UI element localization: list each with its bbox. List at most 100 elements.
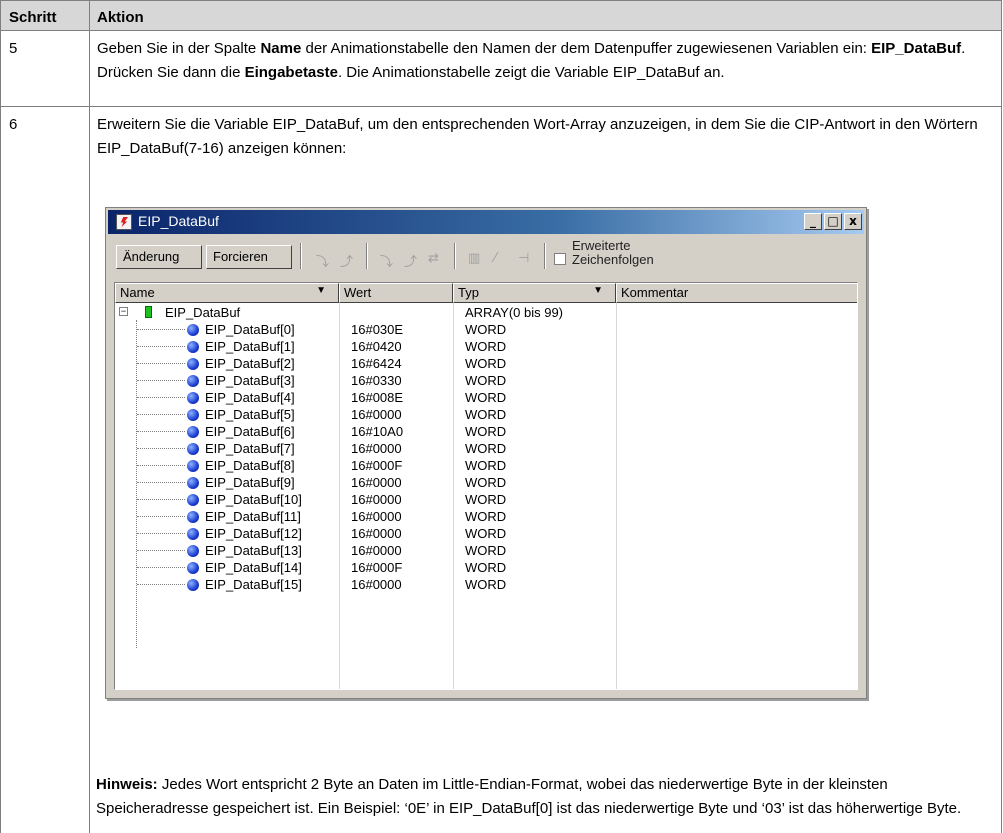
tree-connector xyxy=(137,567,185,568)
var-value: 16#000F xyxy=(351,560,403,575)
var-type: WORD xyxy=(465,322,507,337)
table-view-icon[interactable]: ▥ xyxy=(468,251,480,266)
tree-connector xyxy=(137,533,185,534)
write-icon[interactable]: ⁄ xyxy=(494,251,496,266)
var-type: WORD xyxy=(465,543,507,558)
toolbar-separator xyxy=(454,243,456,269)
word-variable-icon xyxy=(187,324,199,336)
toolbar: Änderung Forcieren ⤵ ⤴ ⤵ ⤴ ⇄ ▥ ⁄ ⊣ Erwei… xyxy=(114,237,858,271)
word-variable-icon xyxy=(187,460,199,472)
modify-button[interactable]: Änderung xyxy=(116,245,202,269)
var-name: EIP_DataBuf[6] xyxy=(205,424,295,439)
word-variable-icon xyxy=(187,426,199,438)
tree-connector xyxy=(137,516,185,517)
var-name: EIP_DataBuf[11] xyxy=(205,509,301,524)
table-row-step-5: 5 Geben Sie in der Spalte Name der Anima… xyxy=(0,31,1002,107)
var-name: EIP_DataBuf[5] xyxy=(205,407,295,422)
var-type: WORD xyxy=(465,458,507,473)
word-variable-icon xyxy=(187,375,199,387)
table-row[interactable]: EIP_DataBuf[3] 16#0330 WORD xyxy=(115,372,857,389)
header-schritt: Schritt xyxy=(9,9,57,26)
sort-arrow-icon[interactable]: ▼ xyxy=(316,285,326,296)
table-row[interactable]: EIP_DataBuf[1] 16#0420 WORD xyxy=(115,338,857,355)
table-row[interactable]: EIP_DataBuf[15] 16#0000 WORD xyxy=(115,576,857,593)
app-icon xyxy=(116,214,132,230)
var-name: EIP_DataBuf[12] xyxy=(205,526,302,541)
maximize-button[interactable]: □ xyxy=(824,213,842,230)
table-row-parent[interactable]: − EIP_DataBuf ARRAY(0 bis 99) xyxy=(115,304,857,321)
tree-connector xyxy=(137,465,185,466)
close-button[interactable]: x xyxy=(844,213,862,230)
var-value: 16#0000 xyxy=(351,475,402,490)
extended-strings-checkbox[interactable] xyxy=(554,253,566,265)
column-header-type[interactable]: Typ ▼ xyxy=(453,283,616,303)
set-zero-icon[interactable]: ⤵ xyxy=(380,251,393,270)
hint-text: Jedes Wort entspricht 2 Byte an Daten im… xyxy=(96,776,962,817)
variable-icon xyxy=(145,306,152,318)
column-divider xyxy=(89,107,90,833)
table-row[interactable]: EIP_DataBuf[2] 16#6424 WORD xyxy=(115,355,857,372)
window-titlebar[interactable]: EIP_DataBuf _ □ x xyxy=(108,210,864,234)
unforce-icon[interactable]: ⇄ xyxy=(428,251,439,266)
step-number: 5 xyxy=(9,40,18,57)
table-row[interactable]: EIP_DataBuf[11] 16#0000 WORD xyxy=(115,508,857,525)
tree-connector xyxy=(137,448,185,449)
var-type: WORD xyxy=(465,339,507,354)
var-name: EIP_DataBuf[8] xyxy=(205,458,295,473)
tree-connector xyxy=(137,499,185,500)
table-row[interactable]: EIP_DataBuf[12] 16#0000 WORD xyxy=(115,525,857,542)
word-variable-icon xyxy=(187,562,199,574)
step-number: 6 xyxy=(9,116,18,133)
step-icon[interactable]: ⊣ xyxy=(518,251,529,266)
var-type: WORD xyxy=(465,475,507,490)
force-zero-icon[interactable]: ⤵ xyxy=(316,251,329,270)
var-value: 16#0000 xyxy=(351,526,402,541)
table-row[interactable]: EIP_DataBuf[14] 16#000F WORD xyxy=(115,559,857,576)
var-type: ARRAY(0 bis 99) xyxy=(465,305,564,320)
table-row[interactable]: EIP_DataBuf[9] 16#0000 WORD xyxy=(115,474,857,491)
set-one-icon[interactable]: ⤴ xyxy=(404,251,417,270)
filter-arrow-icon[interactable]: ▼ xyxy=(593,285,603,296)
word-variable-icon xyxy=(187,409,199,421)
var-name: EIP_DataBuf[4] xyxy=(205,390,295,405)
var-type: WORD xyxy=(465,492,507,507)
column-header-value[interactable]: Wert xyxy=(339,283,453,303)
table-row[interactable]: EIP_DataBuf[6] 16#10A0 WORD xyxy=(115,423,857,440)
step-6-text: Erweitern Sie die Variable EIP_DataBuf, … xyxy=(97,116,978,157)
table-row[interactable]: EIP_DataBuf[10] 16#0000 WORD xyxy=(115,491,857,508)
var-value: 16#6424 xyxy=(351,356,402,371)
collapse-icon[interactable]: − xyxy=(119,307,128,316)
var-type: WORD xyxy=(465,373,507,388)
table-row[interactable]: EIP_DataBuf[13] 16#0000 WORD xyxy=(115,542,857,559)
var-name: EIP_DataBuf[9] xyxy=(205,475,295,490)
var-name: EIP_DataBuf[7] xyxy=(205,441,295,456)
tree-connector xyxy=(137,329,185,330)
table-row[interactable]: EIP_DataBuf[8] 16#000F WORD xyxy=(115,457,857,474)
var-type: WORD xyxy=(465,509,507,524)
tree-connector xyxy=(137,346,185,347)
var-type: WORD xyxy=(465,577,507,592)
var-value: 16#10A0 xyxy=(351,424,404,439)
word-variable-icon xyxy=(187,392,199,404)
window-title: EIP_DataBuf xyxy=(138,213,219,229)
var-type: WORD xyxy=(465,424,507,439)
word-variable-icon xyxy=(187,443,199,455)
var-type: WORD xyxy=(465,390,507,405)
minimize-button[interactable]: _ xyxy=(804,213,822,230)
table-header-row: Schritt Aktion xyxy=(0,0,1002,31)
animation-table-window: EIP_DataBuf _ □ x Änderung Forcieren ⤵ ⤴… xyxy=(105,207,867,699)
var-name: EIP_DataBuf[15] xyxy=(205,577,302,592)
column-header-comment[interactable]: Kommentar xyxy=(616,283,857,303)
table-row[interactable]: EIP_DataBuf[4] 16#008E WORD xyxy=(115,389,857,406)
force-one-icon[interactable]: ⤴ xyxy=(340,251,353,270)
var-value: 16#0000 xyxy=(351,509,402,524)
table-row[interactable]: EIP_DataBuf[7] 16#0000 WORD xyxy=(115,440,857,457)
word-variable-icon xyxy=(187,545,199,557)
force-button[interactable]: Forcieren xyxy=(206,245,292,269)
table-row[interactable]: EIP_DataBuf[0] 16#030E WORD xyxy=(115,321,857,338)
var-value: 16#030E xyxy=(351,322,404,337)
column-header-name[interactable]: Name ▼ xyxy=(115,283,339,303)
table-row[interactable]: EIP_DataBuf[5] 16#0000 WORD xyxy=(115,406,857,423)
hint-note: Hinweis: Jedes Wort entspricht 2 Byte an… xyxy=(96,773,997,821)
var-type: WORD xyxy=(465,526,507,541)
